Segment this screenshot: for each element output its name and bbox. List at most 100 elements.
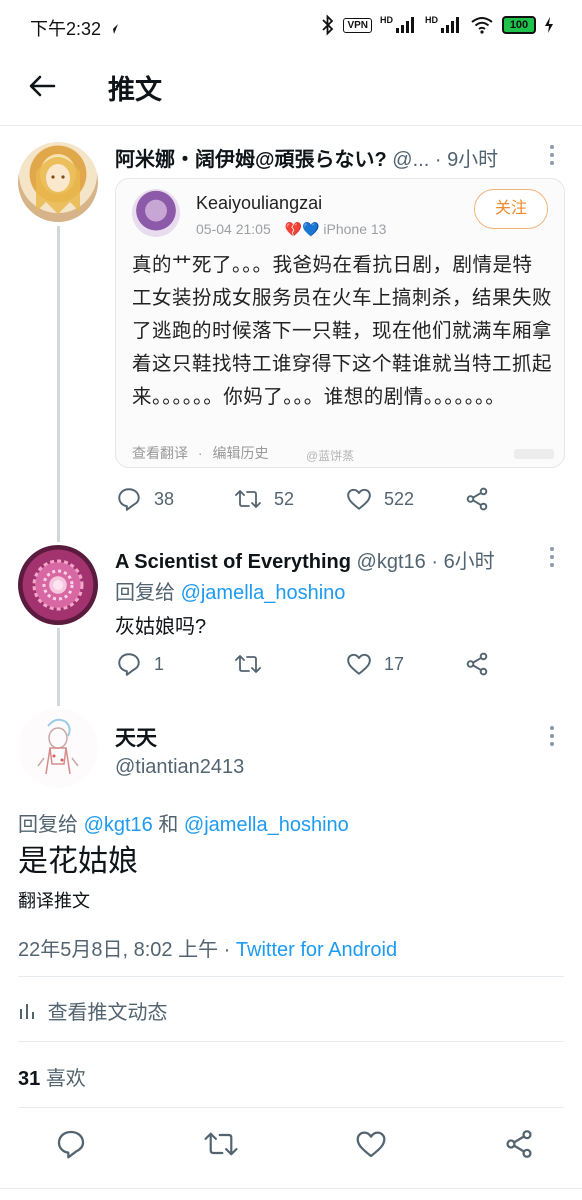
vpn-badge: VPN (343, 17, 372, 33)
card-watermark: @蓝饼蒸 (306, 449, 355, 463)
hd-label-2: HD (425, 15, 438, 25)
more-icon[interactable] (550, 726, 556, 750)
meta-dot: · (223, 939, 231, 961)
reply-icon[interactable] (55, 1128, 87, 1160)
signal-icon-2 (441, 17, 459, 33)
reply-prefix: 回复给 (18, 814, 78, 836)
handle[interactable]: @... (392, 149, 429, 171)
view-activity-row[interactable]: 查看推文动态 (18, 996, 168, 1025)
mention-link[interactable]: @jamella_hoshino (181, 582, 346, 604)
tweet-timestamp: 22年5月8日, 8:02 上午 (18, 939, 219, 961)
back-arrow-icon[interactable] (26, 70, 58, 102)
battery-icon: 100 (502, 16, 536, 34)
heart-icons: 💔💙 (284, 221, 320, 237)
like-icon (347, 653, 371, 675)
mention-link[interactable]: @jamella_hoshino (184, 814, 349, 836)
reply-button[interactable]: 1 (116, 651, 234, 677)
like-button[interactable]: 522 (346, 487, 464, 511)
retweet-icon[interactable] (203, 1128, 239, 1160)
likes-summary[interactable]: 31 喜欢 (18, 1062, 86, 1091)
likes-label: 喜欢 (45, 1068, 86, 1090)
mention-link[interactable]: @kgt16 (84, 814, 153, 836)
bluetooth-icon (322, 14, 334, 36)
card-text: 真的艹死了。。。我爸妈在看抗日剧，剧情是特工女装扮成女服务员在火车上搞刺杀，结果… (132, 254, 553, 408)
display-name[interactable]: 阿米娜・阔伊姆@頑張らない? (115, 149, 387, 171)
charging-icon (545, 17, 553, 33)
more-icon[interactable] (550, 547, 556, 571)
top-app-bar: 推文 (0, 52, 582, 126)
status-time: 下午2:32 (30, 15, 120, 41)
avatar[interactable] (18, 545, 98, 625)
card-footer: 查看翻译 · 编辑历史 (132, 443, 268, 463)
location-arrow-icon (108, 24, 119, 34)
timestamp: 9小时 (447, 149, 499, 171)
sketch-avatar (37, 718, 79, 775)
tweet-text: 灰姑娘吗? (115, 616, 207, 638)
card-device: iPhone 13 (323, 221, 387, 237)
reply-count: 1 (154, 653, 165, 674)
wifi-icon (471, 17, 493, 34)
embedded-screenshot[interactable]: Keaiyouliangzai 05-04 21:05 💔💙 iPhone 13… (115, 178, 565, 468)
like-count: 17 (384, 653, 405, 674)
page-title: 推文 (108, 75, 162, 105)
reply-context: 回复给 @kgt16 和 @jamella_hoshino (18, 808, 349, 837)
reply-context: 回复给 @jamella_hoshino (115, 576, 345, 605)
reply-prefix: 回复给 (115, 582, 175, 604)
status-icons: VPN HD HD 100 (321, 14, 554, 36)
signal-icon (396, 17, 414, 33)
handle[interactable]: @tiantian2413 (115, 756, 244, 779)
tweet-header: 阿米娜・阔伊姆@頑張らない? @... · 9小时 (115, 149, 499, 171)
retweet-button[interactable]: 52 (234, 486, 346, 512)
hd-label-1: HD (380, 15, 393, 25)
bottom-divider (0, 1188, 582, 1189)
card-date: 05-04 21:05 (196, 221, 271, 237)
retweet-count: 52 (274, 488, 295, 509)
analytics-icon (20, 1004, 34, 1019)
share-icon (466, 487, 488, 511)
avatar[interactable] (18, 142, 98, 222)
divider (18, 1041, 564, 1042)
retweet-icon (235, 490, 261, 508)
translate-tweet-link[interactable]: 翻译推文 (18, 887, 90, 913)
share-button[interactable] (464, 651, 490, 677)
divider (18, 1107, 564, 1108)
tweet-header: A Scientist of Everything @kgt16 · 6小时 (115, 551, 495, 573)
likes-count: 31 (18, 1068, 41, 1090)
share-button[interactable] (464, 486, 490, 512)
like-icon (347, 488, 371, 510)
timestamp: 6小时 (443, 551, 495, 573)
more-icon[interactable] (550, 145, 556, 169)
like-count: 522 (384, 488, 415, 509)
reply-icon (118, 488, 140, 511)
card-edit-history: 编辑历史 (212, 445, 269, 461)
card-meta: 05-04 21:05 💔💙 iPhone 13 (196, 221, 386, 238)
reply-button[interactable]: 38 (116, 486, 234, 512)
reply-and: 和 (158, 814, 179, 836)
clock-text: 下午2:32 (30, 19, 102, 39)
avatar-illustration (36, 154, 80, 214)
tweet-text: 是花姑娘 (18, 845, 138, 878)
view-activity-label: 查看推文动态 (47, 1002, 168, 1024)
tweet-actions: 1 17 (116, 649, 496, 679)
avatar[interactable] (18, 708, 98, 788)
retweet-button[interactable] (234, 651, 346, 677)
reply-icon (118, 653, 140, 676)
display-name[interactable]: 天天 (115, 727, 157, 750)
card-blur (514, 449, 554, 459)
client-link[interactable]: Twitter for Android (236, 939, 397, 961)
main-tweet-actions (55, 1127, 535, 1161)
handle[interactable]: @kgt16 (357, 551, 426, 573)
thread-line (57, 628, 60, 706)
author-name[interactable]: 天天 (115, 722, 157, 752)
thread-line (57, 226, 60, 542)
tweet-meta: 22年5月8日, 8:02 上午 · Twitter for Android (18, 933, 397, 962)
display-name[interactable]: A Scientist of Everything (115, 551, 351, 573)
card-author: Keaiyouliangzai (196, 193, 323, 213)
like-icon[interactable] (355, 1129, 387, 1159)
flower-avatar (32, 559, 84, 611)
reply-count: 38 (154, 488, 175, 509)
retweet-icon (235, 655, 261, 673)
share-icon[interactable] (503, 1128, 535, 1160)
tweet-actions: 38 52 522 (116, 484, 496, 514)
like-button[interactable]: 17 (346, 652, 464, 676)
